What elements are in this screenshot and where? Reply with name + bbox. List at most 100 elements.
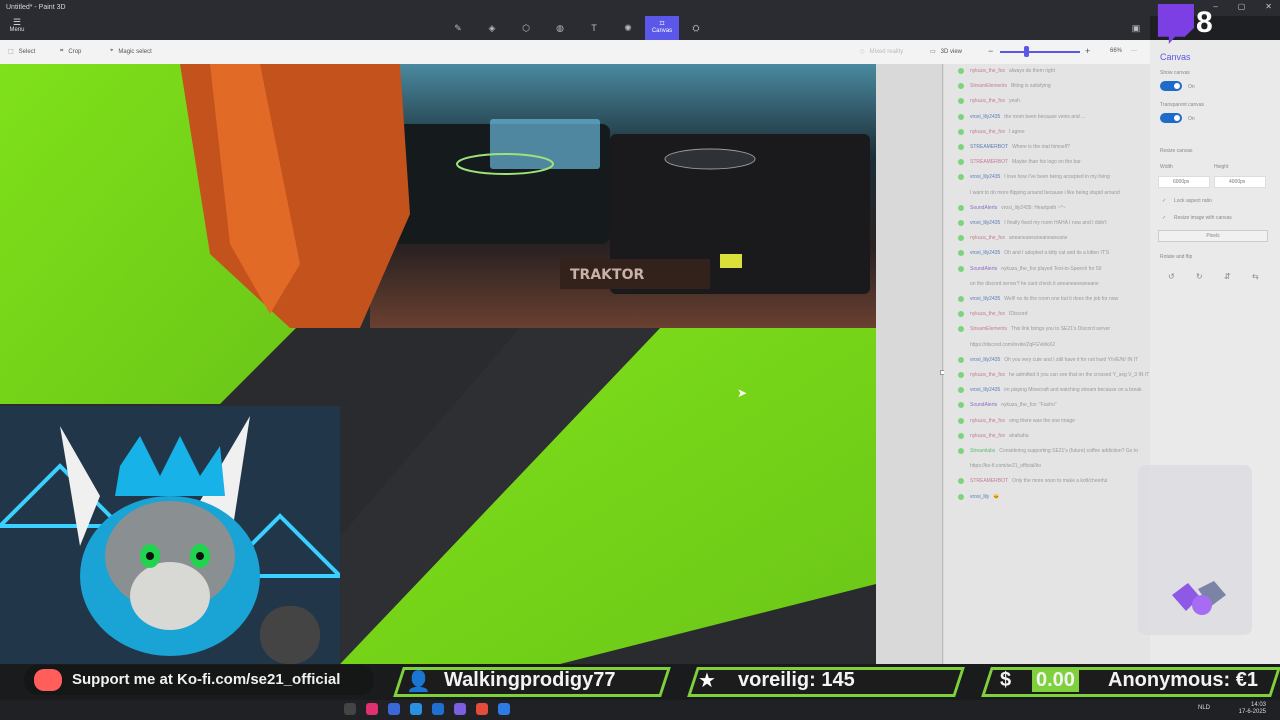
chat-badge-icon: [958, 144, 964, 150]
width-input[interactable]: 6000px: [1158, 176, 1210, 188]
latest-follower: Walkingprodigy77: [444, 669, 616, 691]
close-button[interactable]: ✕: [1265, 2, 1272, 11]
magic-select-tool[interactable]: ⌖ Magic select: [110, 48, 152, 55]
zoom-out-button[interactable]: −: [988, 46, 993, 56]
chat-username: StreamElements: [970, 326, 1007, 333]
transparent-canvas-toggle[interactable]: [1160, 113, 1182, 123]
minimize-button[interactable]: –: [1213, 2, 1217, 11]
chat-username: vroxi_lily: [970, 493, 990, 500]
resize-image-label: Resize image with canvas: [1174, 215, 1232, 221]
chat-text: on the discord server? he cant check it …: [970, 280, 1099, 287]
chat-badge-icon: [958, 204, 964, 211]
stickers-icon[interactable]: ◍: [550, 20, 570, 36]
3d-library-icon[interactable]: ⛭: [686, 20, 706, 36]
chat-username: vroxi_lily2435: [970, 174, 1001, 181]
chat-username: vroxi_lily2435: [970, 296, 1001, 302]
chat-badge-icon: [958, 417, 964, 424]
units-value: Pixels: [1206, 233, 1220, 239]
chat-message: nykuza_the_fox IDiscord: [958, 311, 1028, 318]
follower-icon: 👤: [406, 671, 431, 693]
chat-message: StreamElements This link brings you to SE…: [958, 326, 1111, 333]
dj-video: TRAKTOR: [370, 64, 876, 328]
app-icon[interactable]: [498, 703, 510, 715]
chat-username: nykuza_the_fox: [970, 68, 1006, 74]
chat-username: nykuza_the_fox: [970, 128, 1006, 135]
mixed-reality-label: Mixed reality: [869, 48, 904, 55]
menu-button[interactable]: ☰ Menu: [6, 17, 28, 34]
chat-message: vroxi_lily2435 the room been because vein…: [958, 113, 1085, 120]
3d-shapes-icon[interactable]: ⬡: [516, 20, 536, 36]
title-bar: Untitled* - Paint 3D – ▢ ✕: [0, 0, 1280, 16]
chat-badge-icon: [958, 174, 964, 181]
brushes-icon[interactable]: ✎: [448, 20, 468, 36]
chat-username: nykuza_the_fox: [970, 372, 1006, 378]
2d-shapes-icon[interactable]: ◈: [482, 20, 502, 36]
crop-label: Crop: [68, 48, 82, 55]
chat-username: STREAMERBOT: [970, 144, 1009, 150]
crop-tool[interactable]: ⌗ Crop: [60, 48, 81, 55]
chat-badge-icon: [958, 68, 964, 74]
paint-3d-icon[interactable]: [454, 703, 466, 715]
chat-username: STREAMERBOT: [970, 478, 1009, 485]
mixed-reality-button[interactable]: ◇ Mixed reality: [860, 48, 904, 56]
language-indicator[interactable]: NLD: [1198, 705, 1210, 711]
chat-message: nykuza_the_fox ahahaha: [958, 432, 1029, 439]
select-label: Select: [18, 48, 36, 55]
chat-badge-icon: [958, 235, 964, 242]
zoom-slider[interactable]: [1000, 51, 1080, 53]
task-view-icon[interactable]: [344, 703, 356, 715]
tiktok-icon[interactable]: [366, 703, 378, 715]
show-canvas-toggle[interactable]: [1160, 81, 1182, 91]
chat-message: StreamElements Biting is satisfying: [958, 83, 1051, 90]
height-input[interactable]: 4000px: [1214, 176, 1266, 188]
chat-text: Oh and I adopted a kitty cat and its a k…: [1004, 250, 1110, 257]
window-title: Untitled* - Paint 3D: [6, 4, 66, 11]
chat-message: nykuza_the_fox he admitted it you can see…: [958, 372, 1149, 378]
chat-text: 🐱‍: [993, 493, 1000, 500]
telegram-icon[interactable]: [410, 703, 422, 715]
3d-view-button[interactable]: ▭ 3D view: [930, 48, 962, 56]
resize-image-checkbox[interactable]: ✓: [1162, 215, 1166, 221]
effects-icon[interactable]: ✺: [618, 20, 638, 36]
select-tool[interactable]: ⬚ Select: [8, 48, 36, 56]
chat-text: This link brings you to SE21's Discord s…: [1010, 326, 1111, 333]
chat-message: vroxi_lily2435 I love how I've been being…: [958, 174, 1110, 181]
chat-text: Well! no its the room one but it does th…: [1004, 296, 1119, 302]
rotate-right-icon[interactable]: ↻: [1196, 272, 1203, 281]
file-explorer-icon[interactable]: [432, 703, 444, 715]
kofi-text: Support me at Ko-fi.com/se21_official: [72, 671, 341, 688]
chat-text: I agree: [1009, 128, 1025, 135]
transparent-canvas-label: Transparent canvas: [1160, 102, 1205, 108]
chat-message: vroxi_lily2435 Well! no its the room one …: [958, 296, 1119, 302]
zoom-in-button[interactable]: +: [1085, 46, 1090, 56]
canvas-stage[interactable]: TRAKTOR ➤: [0, 64, 876, 664]
chat-message: nykuza_the_fox aneaneaneaneaneaneane: [958, 235, 1067, 242]
more-options-button[interactable]: ···: [1131, 48, 1137, 54]
sub-toolbar: ⬚ Select ⌗ Crop ⌖ Magic select ◇ Mixed r…: [0, 40, 1150, 64]
lock-aspect-checkbox[interactable]: ✓: [1162, 198, 1166, 204]
taskbar-clock[interactable]: 14:03 17-6-2025: [1239, 702, 1266, 716]
chat-username: nykuza_the_fox: [970, 311, 1006, 318]
flip-horizontal-icon[interactable]: ⇆: [1252, 272, 1259, 281]
paste-icon[interactable]: ▣: [1126, 20, 1146, 36]
rotate-left-icon[interactable]: ↺: [1168, 272, 1175, 281]
text-icon[interactable]: T: [584, 20, 604, 36]
chat-username: nykuza_the_fox: [970, 417, 1006, 424]
chat-text: IDiscord: [1009, 311, 1028, 318]
maximize-button[interactable]: ▢: [1238, 2, 1246, 11]
obs-icon[interactable]: [388, 703, 400, 715]
chat-text: vroxi_lily2435: Heartpath ~*~: [1001, 204, 1066, 211]
canvas-tool-button[interactable]: ⌗ Canvas: [645, 16, 679, 40]
chat-message: nykuza_the_fox always do them right: [958, 68, 1055, 74]
hamburger-icon: ☰: [12, 17, 22, 27]
chat-message: I want to do more flipping around becaus…: [970, 190, 1120, 196]
chrome-icon[interactable]: [476, 703, 488, 715]
width-label: Width: [1160, 164, 1173, 170]
chat-text: Maybe than his logo on the bar: [1012, 159, 1081, 166]
vtuber-avatar: [0, 406, 340, 664]
units-dropdown[interactable]: Pixels: [1158, 230, 1268, 242]
chat-username: nykuza_the_fox: [970, 235, 1006, 242]
chat-badge-icon: [958, 372, 964, 378]
flip-vertical-icon[interactable]: ⇵: [1224, 272, 1231, 281]
zoom-slider-thumb[interactable]: [1024, 46, 1029, 57]
